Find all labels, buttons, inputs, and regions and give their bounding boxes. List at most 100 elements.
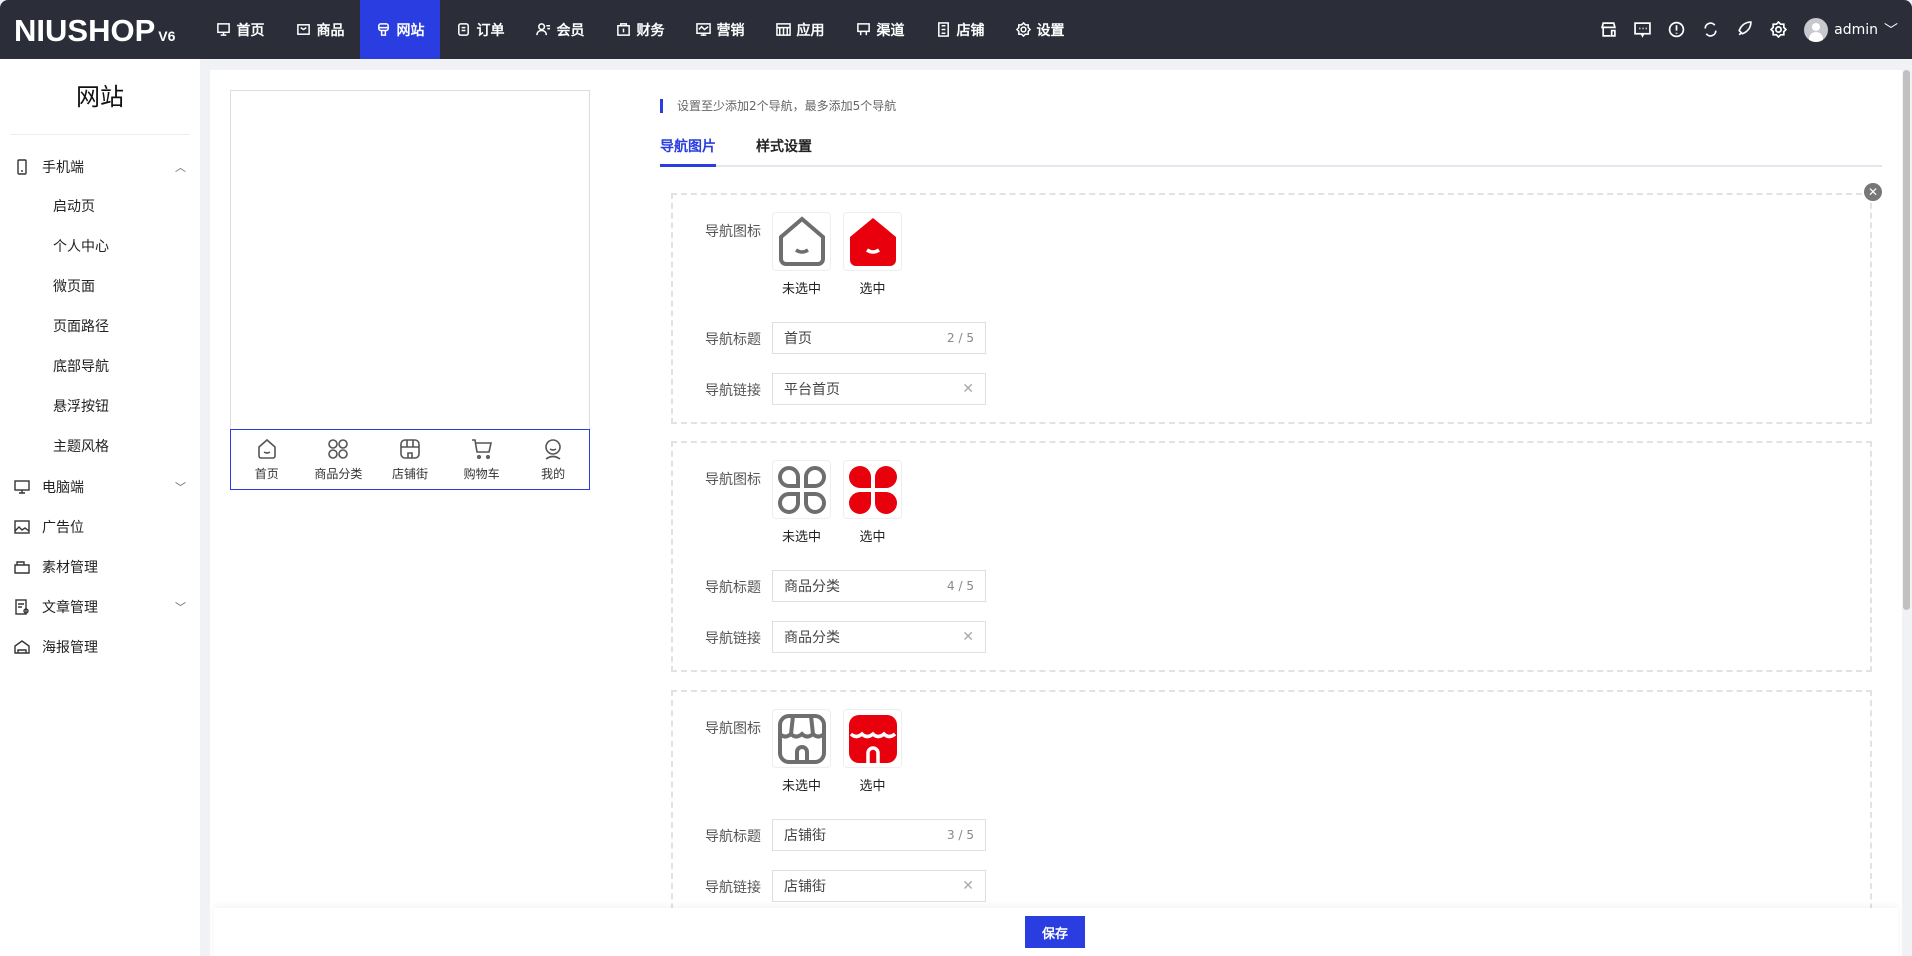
- ad-image-icon: [14, 520, 30, 534]
- nav-title-input[interactable]: 首页 2 / 5: [772, 322, 986, 354]
- nav-home[interactable]: 首页: [200, 0, 280, 59]
- nav-finance[interactable]: 财务: [600, 0, 680, 59]
- tab-nav-image[interactable]: 导航图片: [660, 136, 716, 167]
- chevron-down-icon: ﹀: [1884, 22, 1898, 39]
- clear-icon[interactable]: ✕: [962, 878, 974, 894]
- title-label: 导航标题: [705, 829, 761, 845]
- sidebar-group-pc[interactable]: 电脑端 ﹀: [0, 467, 200, 507]
- category-filled-icon: [848, 465, 897, 514]
- nav-store[interactable]: 店铺: [920, 0, 1000, 59]
- sidebar-item-micro-page[interactable]: 微页面: [0, 267, 200, 307]
- nav-label: 财务: [636, 22, 665, 39]
- user-menu[interactable]: admin ﹀: [1804, 17, 1898, 42]
- logo-version: V6: [158, 28, 176, 44]
- chevron-down-icon: ﹀: [175, 481, 186, 494]
- input-value: 商品分类: [784, 630, 840, 646]
- box-icon: [296, 24, 310, 35]
- unselected-caption: 未选中: [781, 530, 821, 545]
- nav-order[interactable]: 订单: [440, 0, 520, 59]
- nav-label: 首页: [236, 22, 265, 39]
- shop-icon[interactable]: [1600, 21, 1617, 38]
- nav-website[interactable]: 网站: [360, 0, 440, 59]
- sidebar-label: 海报管理: [42, 640, 98, 656]
- preview-nav-home[interactable]: 首页: [232, 437, 302, 482]
- nav-apps[interactable]: 应用: [760, 0, 840, 59]
- poster-icon: [14, 640, 30, 654]
- nav-marketing[interactable]: 营销: [680, 0, 760, 59]
- nav-item-card: 导航图标 未选中 选中 导航标题 商品分类 4 / 5 导航链接 商品分类 ✕: [671, 441, 1872, 672]
- nav-item-card: ✕ 导航图标 未选中 选中 导航标题 首页 2 / 5 导航链接 平台首页 ✕: [671, 183, 1882, 424]
- selected-caption: 选中: [859, 530, 886, 545]
- info-icon[interactable]: [1668, 21, 1685, 38]
- save-button[interactable]: 保存: [1025, 916, 1085, 948]
- sidebar-item-poster[interactable]: 海报管理: [0, 627, 200, 667]
- nav-channel[interactable]: 渠道: [840, 0, 920, 59]
- title-label: 导航标题: [705, 332, 761, 348]
- avatar: [1804, 17, 1829, 42]
- preview-bottom-nav[interactable]: 首页 商品分类 店铺街 购物车 我的: [230, 429, 590, 490]
- nav-member[interactable]: 会员: [520, 0, 600, 59]
- nav-link-input[interactable]: 店铺街 ✕: [772, 870, 986, 902]
- preview-nav-label: 我的: [541, 467, 566, 481]
- logo[interactable]: NIUSHOP V6: [14, 13, 175, 49]
- preview-nav-mine[interactable]: 我的: [518, 437, 588, 482]
- sidebar-item-material[interactable]: 素材管理: [0, 547, 200, 587]
- clear-icon[interactable]: ✕: [962, 381, 974, 397]
- close-icon[interactable]: ✕: [1864, 183, 1882, 201]
- sidebar-item-launch[interactable]: 启动页: [0, 187, 200, 227]
- nav-label: 店铺: [956, 22, 985, 39]
- cart-icon: [471, 439, 492, 459]
- nav-label: 商品: [316, 22, 345, 39]
- sidebar-item-profile[interactable]: 个人中心: [0, 227, 200, 267]
- tab-style-settings[interactable]: 样式设置: [756, 136, 812, 167]
- selected-icon-picker[interactable]: [843, 709, 902, 768]
- preview-nav-label: 商品分类: [314, 467, 363, 481]
- sidebar-item-theme[interactable]: 主题风格: [0, 427, 200, 467]
- unselected-icon-picker[interactable]: [772, 709, 831, 768]
- nav-title-input[interactable]: 店铺街 3 / 5: [772, 819, 986, 851]
- nav-label: 应用: [796, 22, 825, 39]
- selected-caption: 选中: [859, 779, 886, 794]
- message-icon[interactable]: [1634, 21, 1651, 38]
- nav-settings[interactable]: 设置: [1000, 0, 1080, 59]
- icon-label: 导航图标: [705, 224, 761, 240]
- sidebar-group-article[interactable]: 文章管理 ﹀: [0, 587, 200, 627]
- sidebar-label: 素材管理: [42, 560, 98, 576]
- order-icon: [457, 23, 469, 36]
- nav-label: 营销: [716, 22, 745, 39]
- unselected-icon-picker[interactable]: [772, 460, 831, 519]
- apps-icon: [775, 23, 791, 36]
- store-icon: [400, 439, 420, 459]
- preview-nav-cart[interactable]: 购物车: [447, 437, 517, 482]
- finance-icon: [616, 23, 630, 36]
- nav-label: 订单: [476, 22, 505, 39]
- clear-icon[interactable]: ✕: [962, 629, 974, 645]
- preview-nav-store-street[interactable]: 店铺街: [375, 437, 445, 482]
- nav-item-card: 导航图标 未选中 选中 导航标题 店铺街 3 / 5 导航链接 店铺街 ✕: [671, 690, 1872, 940]
- sidebar-item-bottom-nav[interactable]: 底部导航: [0, 347, 200, 387]
- nav-link-input[interactable]: 平台首页 ✕: [772, 373, 986, 405]
- input-value: 首页: [784, 331, 812, 347]
- selected-icon-picker[interactable]: [843, 460, 902, 519]
- sidebar-item-float-button[interactable]: 悬浮按钮: [0, 387, 200, 427]
- gear-icon[interactable]: [1770, 21, 1788, 38]
- nav-link-input[interactable]: 商品分类 ✕: [772, 621, 986, 653]
- tabs: 导航图片 样式设置: [660, 136, 1882, 167]
- folder-icon: [14, 561, 30, 574]
- sidebar-item-ad[interactable]: 广告位: [0, 507, 200, 547]
- selected-icon-picker[interactable]: [843, 212, 902, 271]
- unselected-icon-picker[interactable]: [772, 212, 831, 271]
- phone-icon: [17, 159, 27, 175]
- scrollbar[interactable]: [1903, 70, 1910, 610]
- sidebar-item-page-path[interactable]: 页面路径: [0, 307, 200, 347]
- link-label: 导航链接: [705, 383, 761, 399]
- refresh-icon[interactable]: [1702, 21, 1719, 38]
- rocket-icon[interactable]: [1736, 21, 1753, 38]
- sidebar-group-mobile[interactable]: 手机端 ︿: [0, 147, 200, 187]
- nav-title-input[interactable]: 商品分类 4 / 5: [772, 570, 986, 602]
- input-value: 店铺街: [784, 828, 826, 844]
- nav-goods[interactable]: 商品: [280, 0, 360, 59]
- preview-nav-category[interactable]: 商品分类: [303, 437, 373, 482]
- unselected-caption: 未选中: [781, 282, 821, 297]
- sidebar-label: 广告位: [42, 520, 84, 536]
